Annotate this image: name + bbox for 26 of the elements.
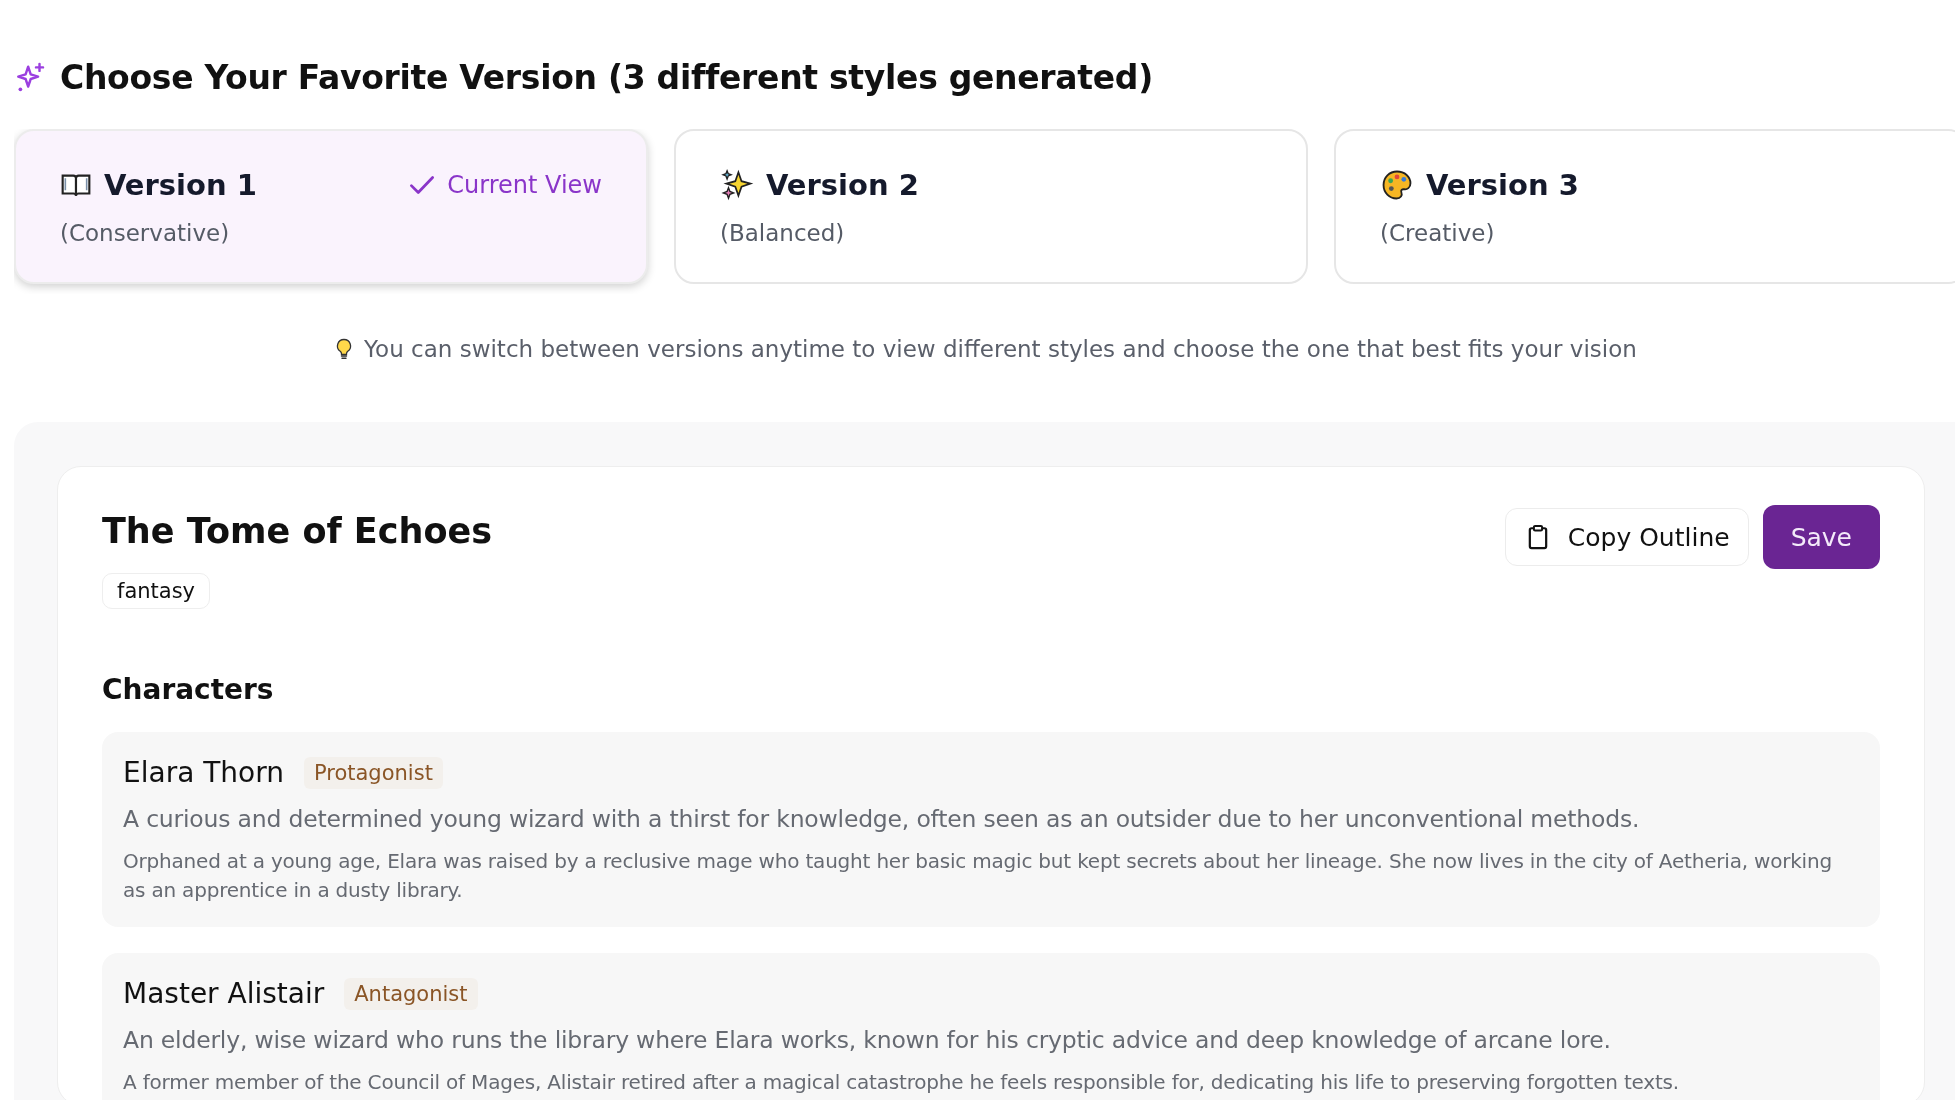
character-description: An elderly, wise wizard who runs the library where Elara works, known for his cryptic advice and deep knowledge of arcane lore. xyxy=(123,1026,1612,1054)
version-style: (Balanced) xyxy=(720,219,846,246)
version-label: Version 3 xyxy=(1426,167,1579,202)
tip-text: You can switch between versions anytime to view different styles and choose the one that best fits your vision xyxy=(364,336,1637,362)
character-description: A curious and determined young wizard with a thirst for knowledge, often seen as an outsider due to her unconventional methods. xyxy=(123,805,1641,833)
version-label: Version 1 xyxy=(104,167,257,202)
character-backstory: Orphaned at a young age, Elara was raised by a reclusive mage who taught her basic magic but kept secrets about her lineage. She now lives in the city of Aetheria, working as an apprentice in a dusty library. xyxy=(123,848,1833,904)
copy-button[interactable]: Copy Outline xyxy=(1504,508,1749,566)
version-card[interactable]: Version 2 (Balanced) xyxy=(674,129,1308,284)
version-label: Version 2 xyxy=(766,167,919,202)
save-button[interactable]: Save xyxy=(1762,505,1880,569)
version-style: (Creative) xyxy=(1380,219,1496,246)
character-name: Master Alistair xyxy=(123,977,325,1010)
version-style: (Conservative) xyxy=(60,219,231,246)
current-view-label: Current View xyxy=(447,170,602,199)
version-card[interactable]: Version 3 (Creative) xyxy=(1334,129,1955,284)
section-heading: Characters xyxy=(102,673,275,706)
character-backstory: A former member of the Council of Mages, Alistair retired after a magical catastrophe he feels responsible for, dedicating his life to preserving forgotten texts. xyxy=(123,1069,1680,1096)
role-tag: Protagonist xyxy=(303,756,443,789)
genre-tag: fantasy xyxy=(102,573,211,609)
outline-title: The Tome of Echoes xyxy=(102,511,493,551)
sparkles-icon xyxy=(720,167,754,202)
character-name: Elara Thorn xyxy=(123,756,284,789)
version-card[interactable]: Version 1 Current View (Conservative) xyxy=(14,129,648,284)
role-tag: Antagonist xyxy=(344,977,478,1010)
page-title: Choose Your Favorite Version (3 different styles generated) xyxy=(60,58,1153,97)
